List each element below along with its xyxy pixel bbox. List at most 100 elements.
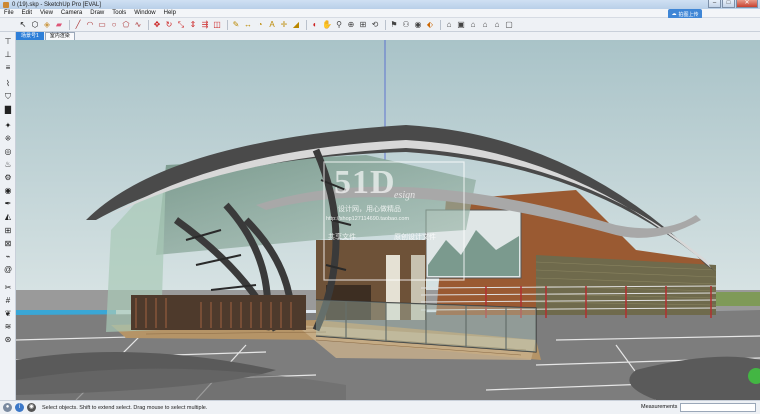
left-view-icon[interactable]: ▢	[504, 20, 514, 30]
upload-badge-label: 拍图上传	[678, 11, 699, 18]
target-tool-icon[interactable]: ⊛	[2, 334, 14, 345]
flame-tool-icon[interactable]: ♨	[2, 159, 14, 170]
back-view-icon[interactable]: ⌂	[492, 20, 502, 30]
ring-tool-icon[interactable]: ◎	[2, 146, 14, 157]
iso-view-icon[interactable]: ⌂	[444, 20, 454, 30]
menu-window[interactable]: Window	[130, 10, 159, 16]
zoom-extents-icon[interactable]: ⊞	[358, 20, 368, 30]
scale-icon[interactable]: ⤡	[176, 20, 186, 30]
axes-icon[interactable]: ✛	[279, 20, 289, 30]
front-view-icon[interactable]: ⌂	[468, 20, 478, 30]
extension-tool-1-icon[interactable]: ⊤	[2, 36, 14, 47]
watermark: 51D esign 设计网，用心做精品 http://shop127114690…	[316, 160, 476, 288]
zoom-window-icon[interactable]: ⊕	[346, 20, 356, 30]
protractor-icon[interactable]: ◔	[255, 20, 265, 30]
offset-icon[interactable]: ◫	[212, 20, 222, 30]
wave-tool-icon[interactable]: ≋	[2, 321, 14, 332]
user-icon[interactable]: ◉	[27, 403, 36, 412]
toolbar-separator	[306, 19, 307, 30]
left-toolbar: ⊤ ⊥ ≡ ⌇ ⛉ ▇ ✦ ⁜ ◎ ♨ ⚙ ◉ ✒ ◭ ⊞ ⊠ ⌁ @ ✂ # …	[0, 32, 16, 400]
box-tool-icon[interactable]: ▇	[2, 104, 14, 115]
wand-tool-icon[interactable]: ✦	[2, 120, 14, 131]
section-plane-icon[interactable]: ⬖	[425, 20, 435, 30]
leaf-tool-icon[interactable]: ❦	[2, 308, 14, 319]
component-icon[interactable]: ⬡	[30, 20, 40, 30]
brush-tool-icon[interactable]: ⌁	[2, 251, 14, 262]
credits-icon[interactable]: i	[15, 403, 24, 412]
watermark-line1: 设计网，用心做精品	[338, 206, 401, 213]
toolbar-separator	[440, 19, 441, 30]
position-camera-icon[interactable]: ⚑	[389, 20, 399, 30]
tab-interior-render[interactable]: 室内渲染	[44, 32, 75, 40]
watermark-logo-suffix: esign	[394, 190, 416, 201]
measurements-input[interactable]	[680, 403, 756, 412]
3d-text-icon[interactable]: ◢	[291, 20, 301, 30]
cloud-icon: ☁	[671, 11, 677, 17]
menu-edit[interactable]: Edit	[18, 10, 36, 16]
previous-view-icon[interactable]: ⟲	[370, 20, 380, 30]
extension-tool-2-icon[interactable]: ⊥	[2, 49, 14, 60]
tab-scene-1[interactable]: 场景号1	[16, 32, 44, 40]
polygon-icon[interactable]: ⬠	[121, 20, 131, 30]
main-toolbar: ↖ ⬡ ◈ ▰ ╱ ◠ ▭ ○ ⬠ ∿ ✥ ↻ ⤡ ⇕ ⇶ ◫ ✎ ↔ ◔ A …	[0, 18, 760, 32]
geolocation-icon[interactable]: ●	[3, 403, 12, 412]
hash-tool-icon[interactable]: #	[2, 295, 14, 306]
menu-view[interactable]: View	[36, 10, 57, 16]
right-view-icon[interactable]: ⌂	[480, 20, 490, 30]
circle-icon[interactable]: ○	[109, 20, 119, 30]
watermark-url: http://shop127114690.taobao.com	[326, 216, 410, 222]
arc-icon[interactable]: ◠	[85, 20, 95, 30]
select-arrow-icon[interactable]: ↖	[18, 20, 28, 30]
minimize-button[interactable]: –	[708, 0, 721, 8]
rotate-icon[interactable]: ↻	[164, 20, 174, 30]
paint-bucket-icon[interactable]: ◈	[42, 20, 52, 30]
look-around-icon[interactable]: ◉	[413, 20, 423, 30]
orbit-icon[interactable]: ◐	[310, 20, 320, 30]
status-bar: ● i ◉ Select objects. Shift to extend se…	[0, 400, 760, 414]
dimension-icon[interactable]: ↔	[243, 20, 253, 30]
top-view-icon[interactable]: ▣	[456, 20, 466, 30]
walk-icon[interactable]: ⚇	[401, 20, 411, 30]
menu-file[interactable]: File	[0, 10, 18, 16]
menu-draw[interactable]: Draw	[86, 10, 108, 16]
menu-help[interactable]: Help	[160, 10, 180, 16]
sketchup-app-icon	[3, 1, 9, 8]
pen-tool-icon[interactable]: ✒	[2, 198, 14, 209]
toolbar-separator	[227, 19, 228, 30]
followme-icon[interactable]: ⇶	[200, 20, 210, 30]
measurements-label: Measurements	[641, 404, 678, 410]
window-title: 0 (19).skp - SketchUp Pro [EVAL]	[12, 1, 101, 8]
gear-tool-icon[interactable]: ⚙	[2, 172, 14, 183]
model-viewport[interactable]: 51D esign 设计网，用心做精品 http://shop127114690…	[16, 40, 760, 400]
eraser-icon[interactable]: ▰	[54, 20, 64, 30]
rectangle-icon[interactable]: ▭	[97, 20, 107, 30]
shield-tool-icon[interactable]: ⛉	[2, 91, 14, 102]
close-button[interactable]: ✕	[736, 0, 758, 8]
scissors-tool-icon[interactable]: ✂	[2, 282, 14, 293]
zoom-icon[interactable]: ⚲	[334, 20, 344, 30]
sandbox-tool-icon[interactable]: ⌇	[2, 78, 14, 89]
text-icon[interactable]: A	[267, 20, 277, 30]
spiral-tool-icon[interactable]: @	[2, 264, 14, 275]
title-bar: 0 (19).skp - SketchUp Pro [EVAL] – □ ✕	[0, 0, 760, 9]
shape-tool-icon[interactable]: ◭	[2, 211, 14, 222]
grid-tool-icon[interactable]: ⊞	[2, 225, 14, 236]
freehand-icon[interactable]: ∿	[133, 20, 143, 30]
disc-tool-icon[interactable]: ◉	[2, 185, 14, 196]
watermark-logo: 51D	[334, 164, 396, 201]
pushpull-icon[interactable]: ⇕	[188, 20, 198, 30]
cross-grid-tool-icon[interactable]: ⊠	[2, 238, 14, 249]
watermark-line2: 共享文件	[328, 234, 356, 241]
toolbar-separator	[69, 19, 70, 30]
tape-measure-icon[interactable]: ✎	[231, 20, 241, 30]
menu-camera[interactable]: Camera	[57, 10, 86, 16]
pan-icon[interactable]: ✋	[322, 20, 332, 30]
window-controls: – □ ✕	[707, 0, 758, 9]
extension-tool-3-icon[interactable]: ≡	[2, 62, 14, 73]
move-icon[interactable]: ✥	[152, 20, 162, 30]
node-tool-icon[interactable]: ⁜	[2, 133, 14, 144]
menu-tools[interactable]: Tools	[108, 10, 130, 16]
scene-tabs: 场景号1 室内渲染	[16, 32, 760, 40]
line-icon[interactable]: ╱	[73, 20, 83, 30]
maximize-button[interactable]: □	[722, 0, 735, 8]
